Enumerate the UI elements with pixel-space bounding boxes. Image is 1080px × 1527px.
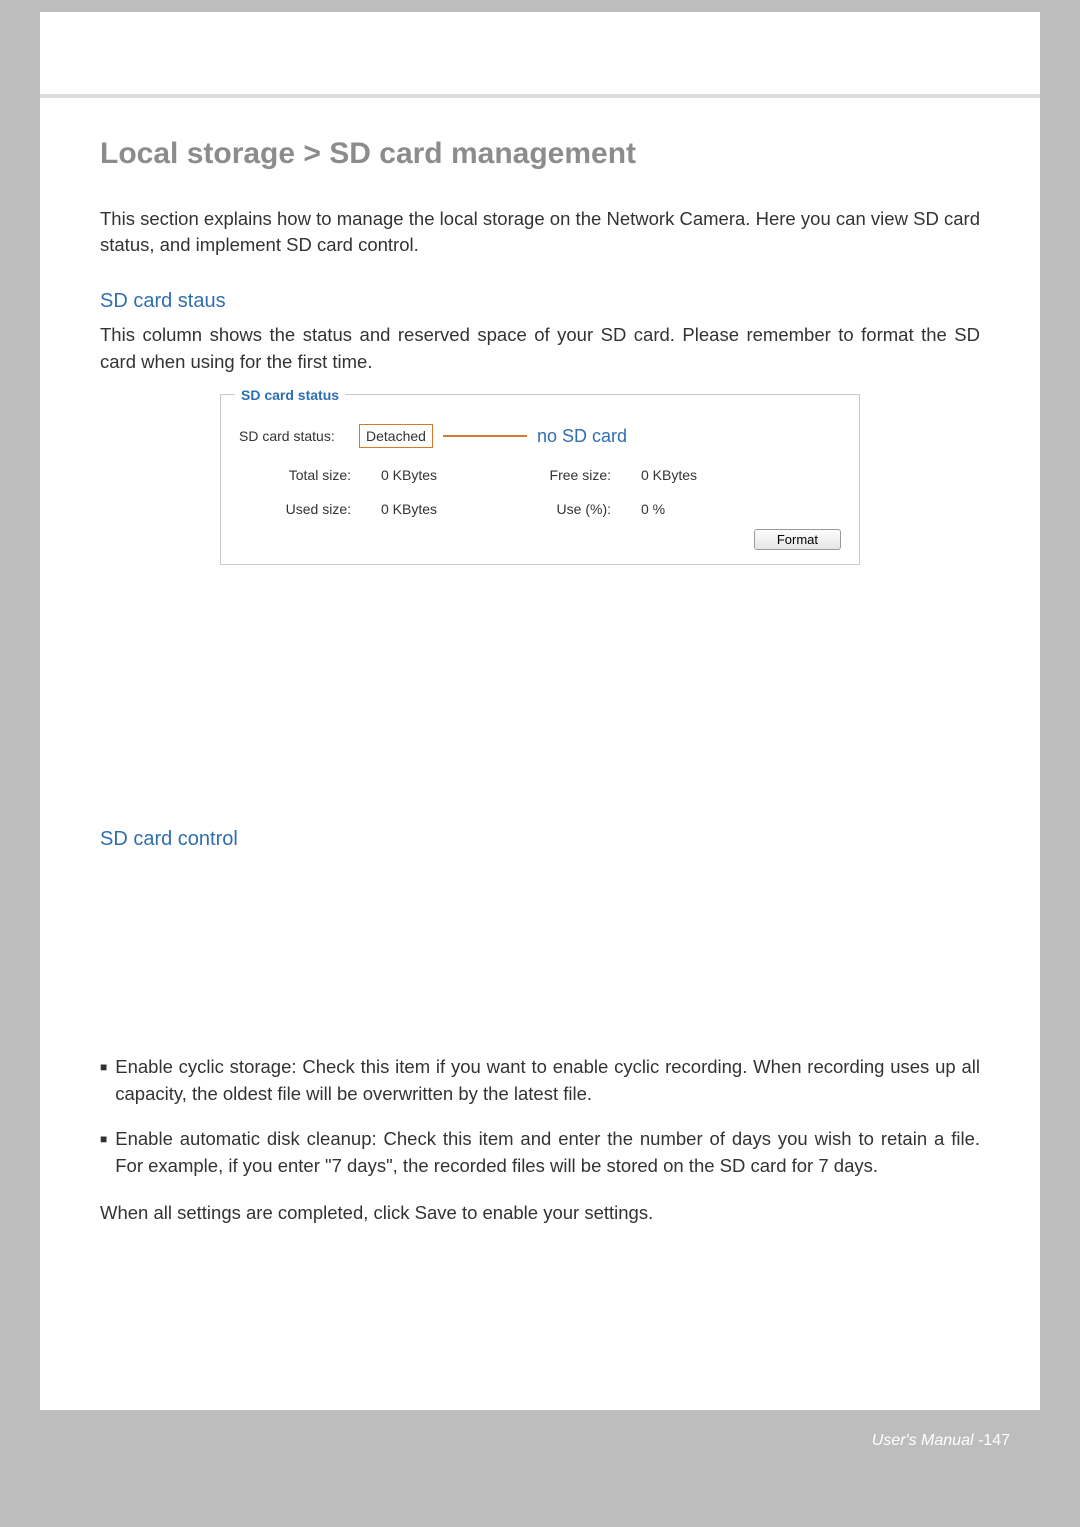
- total-size-value: 0 KBytes: [359, 465, 479, 485]
- footer-label: User's Manual -: [872, 1432, 984, 1450]
- bullet-icon: ■: [100, 1126, 107, 1180]
- use-pct-value: 0 %: [619, 499, 739, 519]
- list-item: ■ Enable automatic disk cleanup: Check t…: [100, 1126, 980, 1180]
- free-size-label: Free size:: [479, 465, 619, 485]
- annotation-connector: [443, 435, 527, 437]
- footer-page-number: 147: [983, 1432, 1010, 1450]
- used-size-label: Used size:: [239, 499, 359, 519]
- closing-paragraph: When all settings are completed, click S…: [100, 1200, 980, 1227]
- sd-card-status-panel: SD card status SD card status: Detached …: [220, 394, 860, 566]
- status-value: Detached: [359, 424, 433, 448]
- section-heading-sd-control: SD card control: [100, 825, 980, 854]
- free-size-value: 0 KBytes: [619, 465, 739, 485]
- status-label: SD card status:: [239, 426, 351, 446]
- bullet-icon: ■: [100, 1054, 107, 1108]
- page-header: [40, 12, 1040, 98]
- page-footer: User's Manual - 147: [40, 1410, 1040, 1472]
- total-size-label: Total size:: [239, 465, 359, 485]
- bullet-text: Enable automatic disk cleanup: Check thi…: [115, 1126, 980, 1180]
- list-item: ■ Enable cyclic storage: Check this item…: [100, 1054, 980, 1108]
- page-title: Local storage > SD card management: [100, 132, 980, 176]
- section-heading-sd-status: SD card staus: [100, 287, 980, 316]
- intro-paragraph: This section explains how to manage the …: [100, 206, 980, 260]
- used-size-value: 0 KBytes: [359, 499, 479, 519]
- status-annotation: no SD card: [537, 423, 627, 449]
- panel-legend: SD card status: [235, 385, 345, 405]
- bullet-text: Enable cyclic storage: Check this item i…: [115, 1054, 980, 1108]
- sd-status-description: This column shows the status and reserve…: [100, 322, 980, 376]
- page-content: Local storage > SD card management This …: [40, 98, 1040, 1410]
- document-page: Local storage > SD card management This …: [40, 12, 1040, 1472]
- bullet-list: ■ Enable cyclic storage: Check this item…: [100, 1054, 980, 1179]
- use-pct-label: Use (%):: [479, 499, 619, 519]
- format-button[interactable]: Format: [754, 529, 841, 550]
